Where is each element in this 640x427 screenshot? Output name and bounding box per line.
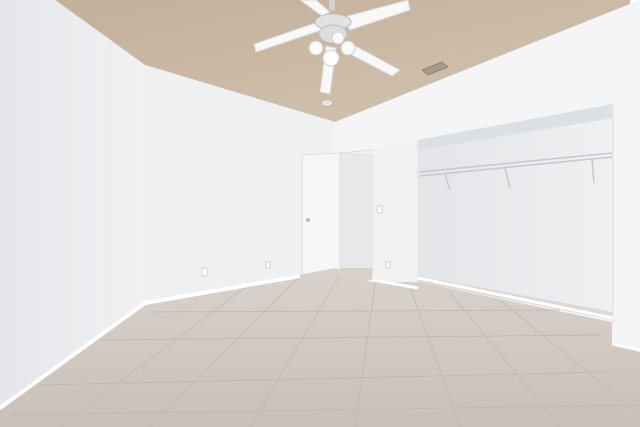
closet-side-wall [373,140,418,290]
electrical-outlet [201,267,208,277]
smoke-detector-icon [320,99,334,107]
hallway-opening [340,153,373,268]
light-switch [376,205,383,214]
room-photo [0,0,640,427]
door-knob [306,218,310,222]
electrical-outlet-3 [385,261,391,269]
room-illustration [0,0,640,427]
interior-door [301,152,341,279]
electrical-outlet-2 [265,261,271,269]
